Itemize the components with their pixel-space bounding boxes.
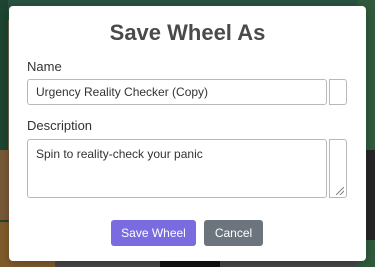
save-wheel-dialog: Save Wheel As Name Urgency Reality Check…	[9, 6, 366, 261]
resize-handle-icon[interactable]	[336, 187, 344, 195]
name-input[interactable]: Urgency Reality Checker (Copy)	[27, 79, 327, 105]
cancel-button[interactable]: Cancel	[204, 220, 263, 246]
description-addon	[329, 139, 347, 198]
description-textarea[interactable]: Spin to reality-check your panic	[27, 139, 327, 198]
dialog-title: Save Wheel As	[109, 20, 266, 45]
name-label: Name	[27, 59, 62, 74]
name-input-addon	[329, 79, 347, 105]
save-wheel-button[interactable]: Save Wheel	[111, 220, 196, 246]
description-text: Spin to reality-check your panic	[36, 147, 203, 161]
description-label: Description	[27, 118, 93, 133]
